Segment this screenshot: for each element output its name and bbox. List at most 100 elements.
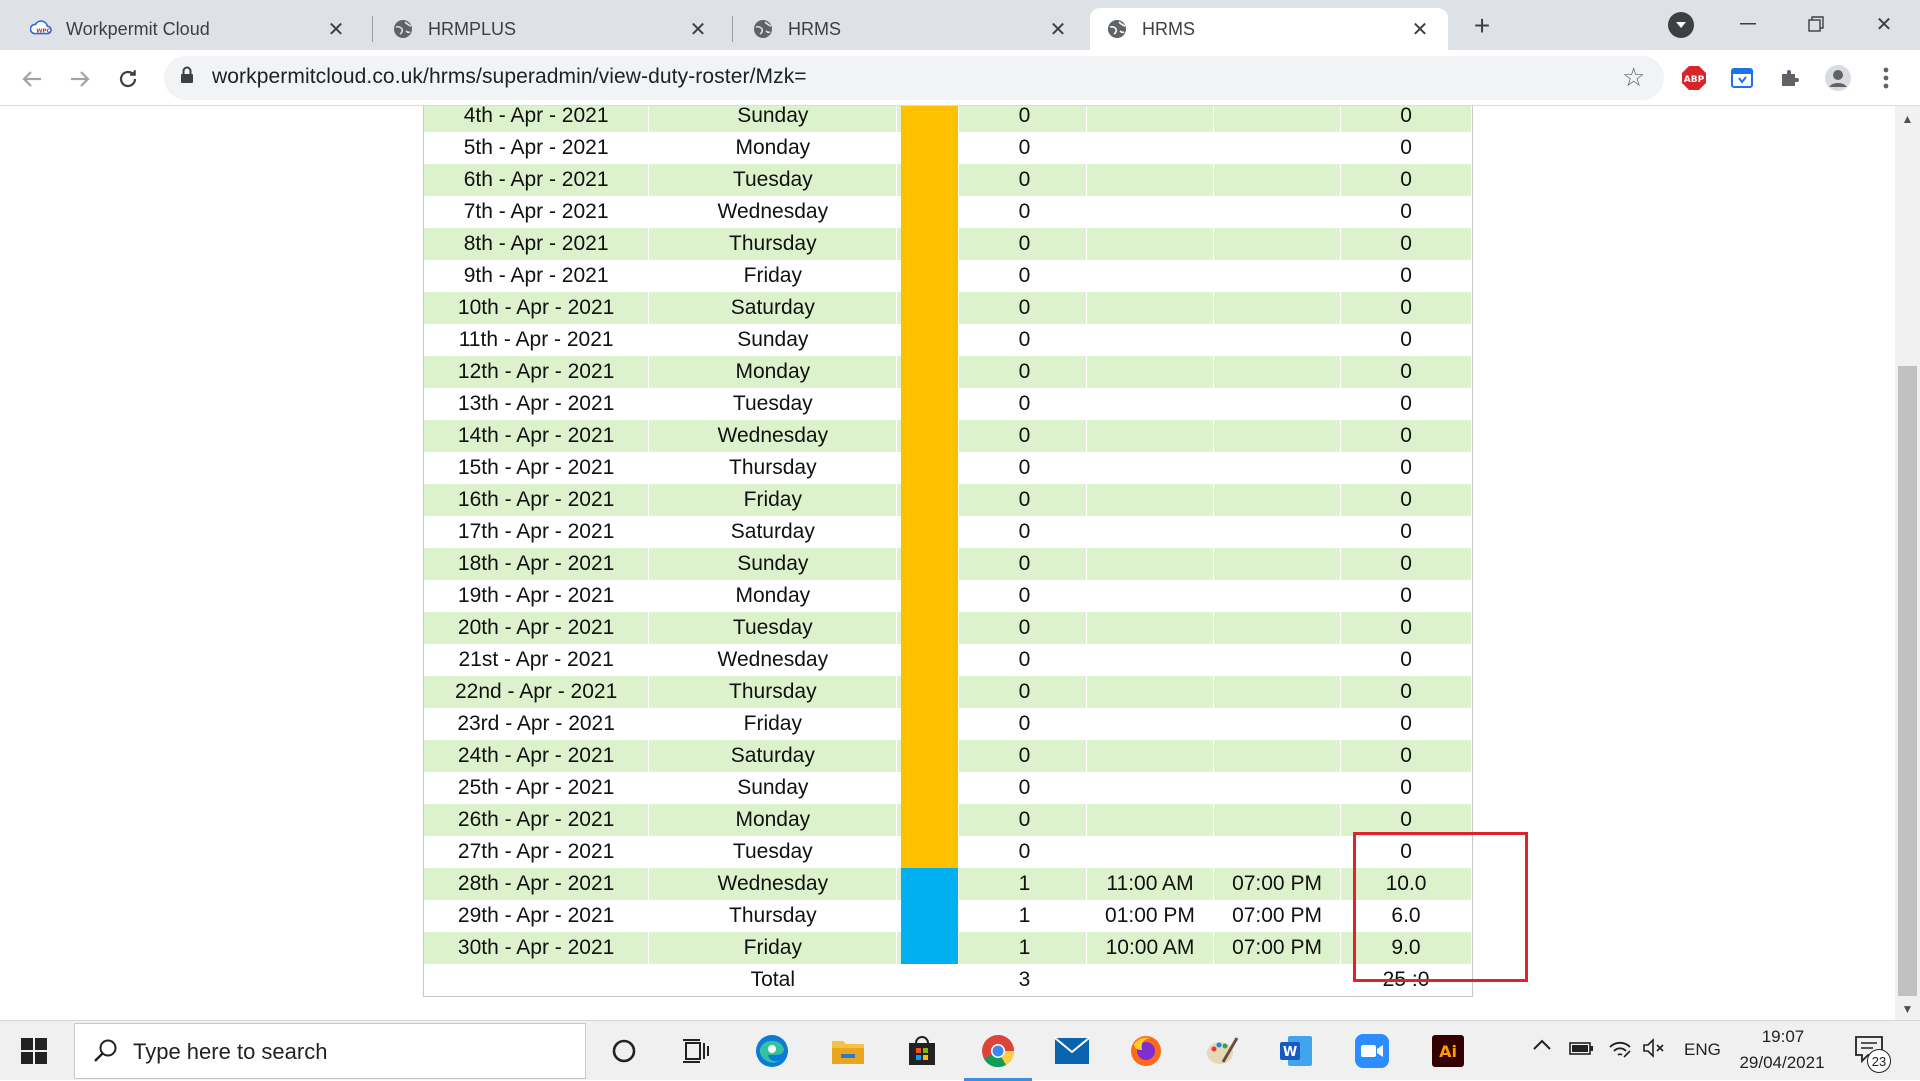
- forward-icon[interactable]: [62, 61, 98, 97]
- roster-start-time-cell: [1087, 740, 1214, 772]
- roster-start-time-cell: [1087, 324, 1214, 356]
- browser-toolbar: workpermitcloud.co.uk/hrms/superadmin/vi…: [0, 50, 1920, 106]
- roster-date-cell: 19th - Apr - 2021: [424, 580, 650, 612]
- table-row: 9th - Apr - 2021 Friday 0 0: [424, 260, 1473, 292]
- roster-shift-color-cell: [901, 580, 959, 612]
- roster-shift-count-cell: 0: [963, 260, 1087, 292]
- search-placeholder: Type here to search: [133, 1039, 328, 1064]
- minimize-icon[interactable]: [1728, 8, 1768, 40]
- roster-shift-count-cell: 0: [963, 164, 1087, 196]
- svg-text:WPC: WPC: [36, 29, 50, 35]
- roster-start-time-cell: [1087, 356, 1214, 388]
- roster-shift-color-cell: [901, 900, 959, 932]
- bookmark-star-icon[interactable]: ☆: [1622, 62, 1645, 93]
- roster-end-time-cell: [1214, 228, 1342, 260]
- close-tab-icon[interactable]: ✕: [686, 17, 710, 41]
- roster-day-cell: Tuesday: [649, 836, 898, 868]
- roster-hours-cell: 0: [1341, 772, 1473, 804]
- language-indicator[interactable]: ENG: [1684, 1040, 1721, 1060]
- url-text[interactable]: workpermitcloud.co.uk/hrms/superadmin/vi…: [212, 65, 807, 89]
- extension-browser-icon[interactable]: [1728, 64, 1756, 92]
- roster-start-time-cell: [1087, 548, 1214, 580]
- clock-date[interactable]: 29/04/2021: [1732, 1053, 1832, 1073]
- tab-hrmplus[interactable]: HRMPLUS ✕: [376, 8, 726, 50]
- tab-search-icon[interactable]: [1668, 12, 1694, 38]
- back-icon[interactable]: [14, 61, 50, 97]
- roster-day-cell: Monday: [649, 580, 898, 612]
- more-menu-icon[interactable]: [1872, 64, 1900, 92]
- scrollbar-thumb[interactable]: [1898, 366, 1917, 996]
- roster-hours-cell: 0: [1341, 612, 1473, 644]
- adblock-plus-icon[interactable]: ABP: [1680, 64, 1708, 92]
- roster-start-time-cell: [1087, 804, 1214, 836]
- roster-start-time-cell: 11:00 AM: [1087, 868, 1214, 900]
- chrome-icon[interactable]: [964, 1031, 1032, 1081]
- roster-date-cell: 22nd - Apr - 2021: [424, 676, 650, 708]
- show-hidden-icons-chevron-icon[interactable]: [1532, 1039, 1552, 1051]
- windows-start-icon[interactable]: [14, 1033, 54, 1069]
- tab-separator: [372, 16, 373, 42]
- tab-hrms-active[interactable]: HRMS ✕: [1090, 8, 1448, 50]
- task-view-icon[interactable]: [676, 1031, 716, 1071]
- svg-text:Ai: Ai: [1439, 1042, 1457, 1061]
- roster-start-time-cell: [1087, 106, 1214, 132]
- edge-icon[interactable]: [752, 1031, 792, 1071]
- battery-icon[interactable]: [1568, 1039, 1594, 1057]
- svg-text:W: W: [1283, 1045, 1297, 1060]
- tab-workpermit-cloud[interactable]: WPC Workpermit Cloud ✕: [14, 8, 364, 50]
- table-row: 22nd - Apr - 2021 Thursday 0 0: [424, 676, 1473, 708]
- mail-icon[interactable]: [1052, 1031, 1092, 1071]
- close-tab-icon[interactable]: ✕: [324, 17, 348, 41]
- roster-shift-color-cell: [901, 356, 959, 388]
- clock-time[interactable]: 19:07: [1740, 1027, 1826, 1047]
- roster-day-cell: Saturday: [649, 740, 898, 772]
- taskbar-search-box[interactable]: Type here to search: [74, 1023, 586, 1079]
- roster-day-cell: Wednesday: [649, 644, 898, 676]
- roster-shift-color-cell: [901, 484, 959, 516]
- close-tab-icon[interactable]: ✕: [1408, 17, 1432, 41]
- lock-icon[interactable]: [180, 66, 194, 89]
- cortana-icon[interactable]: [604, 1031, 644, 1071]
- profile-avatar-icon[interactable]: [1824, 64, 1852, 92]
- roster-end-time-cell: [1214, 106, 1342, 132]
- roster-end-time-cell: 07:00 PM: [1214, 900, 1342, 932]
- roster-day-cell: Sunday: [649, 106, 898, 132]
- roster-start-time-cell: [1087, 132, 1214, 164]
- roster-hours-cell: 0: [1341, 484, 1473, 516]
- roster-start-time-cell: [1087, 484, 1214, 516]
- illustrator-icon[interactable]: Ai: [1428, 1031, 1468, 1071]
- roster-date-cell: 13th - Apr - 2021: [424, 388, 650, 420]
- restore-icon[interactable]: [1796, 8, 1836, 40]
- roster-shift-color-cell: [901, 324, 959, 356]
- roster-shift-color-cell: [901, 292, 959, 324]
- close-window-icon[interactable]: ✕: [1864, 8, 1904, 40]
- paint-icon[interactable]: [1202, 1031, 1242, 1071]
- scroll-down-arrow-icon[interactable]: ▼: [1900, 1002, 1915, 1016]
- volume-muted-icon[interactable]: [1642, 1037, 1666, 1059]
- table-row: 25th - Apr - 2021 Sunday 0 0: [424, 772, 1473, 804]
- roster-shift-color-cell: [901, 740, 959, 772]
- file-explorer-icon[interactable]: [828, 1031, 868, 1071]
- table-total-row: Total 3 25 :0: [424, 964, 1473, 996]
- reload-icon[interactable]: [110, 61, 146, 97]
- roster-shift-count-cell: 0: [963, 356, 1087, 388]
- close-tab-icon[interactable]: ✕: [1046, 17, 1070, 41]
- store-icon[interactable]: [902, 1031, 942, 1071]
- roster-day-cell: Sunday: [649, 772, 898, 804]
- wifi-icon[interactable]: [1608, 1037, 1632, 1059]
- roster-date-cell: 25th - Apr - 2021: [424, 772, 650, 804]
- roster-end-time-cell: [1214, 132, 1342, 164]
- new-tab-button[interactable]: +: [1466, 10, 1498, 42]
- firefox-icon[interactable]: [1126, 1031, 1166, 1071]
- roster-date-cell: 16th - Apr - 2021: [424, 484, 650, 516]
- roster-day-cell: Thursday: [649, 228, 898, 260]
- roster-day-cell: Thursday: [649, 452, 898, 484]
- scroll-up-arrow-icon[interactable]: ▲: [1900, 112, 1915, 126]
- extensions-puzzle-icon[interactable]: [1776, 64, 1804, 92]
- roster-shift-count-cell: 0: [963, 676, 1087, 708]
- tab-hrms[interactable]: HRMS ✕: [736, 8, 1086, 50]
- zoom-icon[interactable]: [1352, 1031, 1392, 1071]
- roster-shift-color-cell: [901, 388, 959, 420]
- roster-date-cell: 30th - Apr - 2021: [424, 932, 650, 964]
- word-icon[interactable]: W: [1276, 1031, 1316, 1071]
